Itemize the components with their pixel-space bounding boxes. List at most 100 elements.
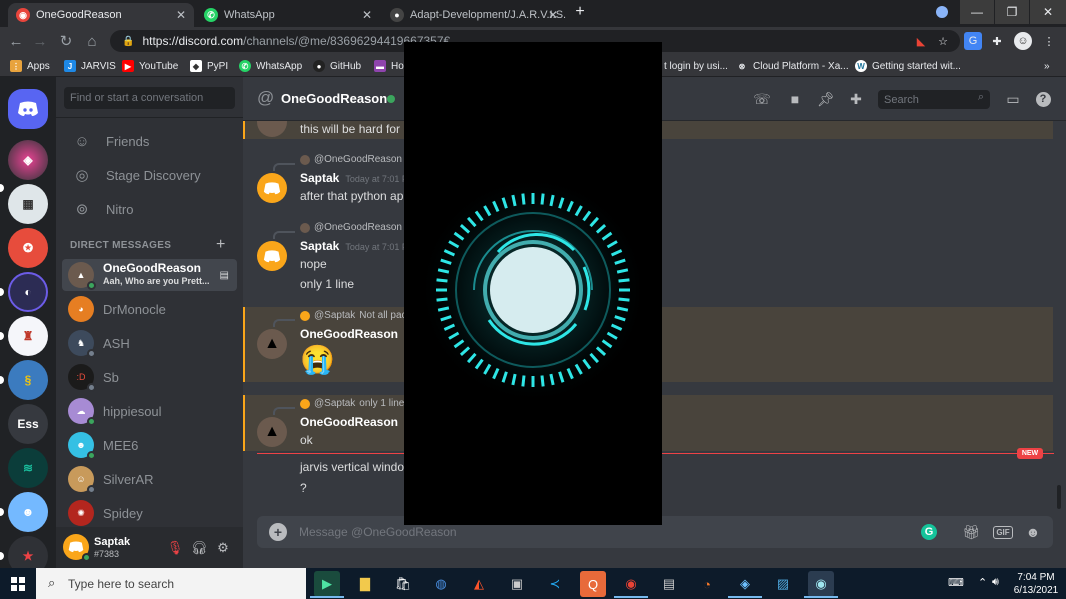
profile-sync-icon[interactable] — [928, 0, 956, 24]
upload-plus-button[interactable]: + — [269, 523, 287, 541]
tab-whatsapp[interactable]: ✆ WhatsApp ✕ — [196, 3, 380, 27]
grammarly-icon[interactable]: G — [919, 522, 939, 542]
inbox-icon[interactable]: ▭ — [1003, 89, 1023, 109]
message-author[interactable]: OneGoodReasonTo — [300, 415, 414, 429]
tab-onegoodreason[interactable]: ◉ OneGoodReason ✕ — [8, 3, 194, 27]
photos-icon[interactable]: ▨ — [770, 571, 796, 597]
sidebar-item-friends[interactable]: ☺ Friends — [66, 126, 236, 156]
reply-reference[interactable]: @Saptak Not all pac — [300, 310, 407, 321]
windows-start-icon[interactable] — [0, 568, 36, 599]
bookmark-cloud-platform[interactable]: ⊗ Cloud Platform - Xa... — [736, 58, 849, 74]
bookmark-getting-started[interactable]: W Getting started wit... — [855, 58, 961, 74]
vscode-icon[interactable]: ≺ — [542, 571, 568, 597]
bookmark-apps[interactable]: ⋮ Apps — [10, 58, 50, 74]
help-icon[interactable]: ? — [1033, 89, 1053, 109]
bookmark-jarvis[interactable]: J JARVIS — [64, 58, 116, 74]
back-icon[interactable]: ← — [6, 31, 26, 51]
more-bookmarks-icon[interactable]: » — [1044, 58, 1050, 74]
python-app-icon[interactable]: ◍ — [428, 571, 454, 597]
avatar[interactable] — [257, 173, 287, 203]
server-icon-1[interactable]: ◈ — [8, 140, 48, 180]
file-explorer-icon[interactable]: ▇ — [352, 571, 378, 597]
close-icon[interactable]: ✕ — [176, 8, 186, 22]
python-idle-icon[interactable]: ◈ — [732, 571, 758, 597]
dm-item-sb[interactable]: :D Sb — [62, 361, 237, 393]
profile-avatar[interactable]: ☺ — [1014, 32, 1032, 50]
reload-icon[interactable]: ↻ — [56, 31, 76, 51]
star-icon[interactable]: ☆ — [934, 32, 952, 50]
gift-icon[interactable]: 🎁︎ — [961, 522, 981, 542]
taskbar-search-input[interactable]: ⌕ Type here to search — [36, 568, 306, 599]
search-input[interactable]: Search ⌕ — [878, 90, 990, 109]
bookmark-pypi[interactable]: ◆ PyPI — [190, 58, 228, 74]
home-icon[interactable]: ⌂ — [82, 31, 102, 51]
minimize-button[interactable]: — — [960, 0, 994, 24]
bookmark-youtube[interactable]: ▶ YouTube — [122, 58, 178, 74]
reply-reference[interactable]: @Saptak only 1 line — [300, 398, 404, 409]
bookmark-ho[interactable]: ▬ Ho — [374, 58, 404, 74]
terminal-icon[interactable]: ▣ — [504, 571, 530, 597]
translate-icon[interactable]: G — [964, 32, 982, 50]
blender-icon[interactable]: ◔ — [694, 571, 720, 597]
find-conversation-input[interactable]: Find or start a conversation — [64, 87, 235, 109]
chrome-icon[interactable]: ◉ — [618, 571, 644, 597]
add-friend-to-dm-icon[interactable]: ✚ — [846, 89, 866, 109]
avatar[interactable]: ▲ — [257, 417, 287, 447]
bookmark-login[interactable]: t login by usi... — [664, 58, 728, 74]
pinned-messages-icon[interactable]: 📌︎ — [816, 89, 836, 109]
show-hidden-icons[interactable]: ⌃ — [978, 576, 987, 589]
message-author[interactable]: Saptak Today at 7:01 PM — [300, 239, 415, 253]
close-icon[interactable]: ✕ — [548, 8, 558, 22]
keyboard-icon[interactable]: ⌨ — [948, 576, 964, 589]
dm-item-spidey[interactable]: ✺ Spidey — [62, 497, 237, 529]
server-icon-2[interactable]: ▦ — [8, 184, 48, 224]
gif-picker-icon[interactable]: GIF — [991, 522, 1015, 542]
sidebar-item-stage-discovery[interactable]: ◎ Stage Discovery — [66, 160, 236, 190]
message-author[interactable]: OneGoodReasonTo — [300, 327, 414, 341]
jarvis-taskbar-icon[interactable]: ◉ — [808, 571, 834, 597]
scrollbar-thumb[interactable] — [1057, 485, 1061, 509]
server-icon-5[interactable]: ♜ — [8, 316, 48, 356]
dm-item-drmonocle[interactable]: ◕ DrMonocle — [62, 293, 237, 325]
close-window-button[interactable]: ✕ — [1030, 0, 1066, 24]
message-author[interactable]: Saptak Today at 7:01 PM — [300, 171, 415, 185]
forward-icon[interactable]: → — [30, 31, 50, 51]
brave-browser-icon[interactable]: ◭ — [466, 571, 492, 597]
dm-item-mee6[interactable]: ☻ MEE6 — [62, 429, 237, 461]
menu-kebab-icon[interactable]: ⋮ — [1040, 32, 1058, 50]
avatar[interactable]: ▲ — [257, 329, 287, 359]
server-icon-3[interactable]: ✪ — [8, 228, 48, 268]
reply-reference[interactable]: @OneGoodReason — [300, 154, 402, 165]
qbittorrent-icon[interactable]: Q — [580, 571, 606, 597]
server-ess[interactable]: Ess — [8, 404, 48, 444]
bookmark-github[interactable]: ● GitHub — [313, 58, 361, 74]
media-player-icon[interactable]: ▶ — [314, 571, 340, 597]
avatar[interactable] — [257, 241, 287, 271]
system-clock[interactable]: 7:04 PM 6/13/2021 — [1008, 571, 1064, 597]
new-tab-button[interactable]: + — [568, 0, 592, 24]
camera-blocked-icon[interactable]: ◣ — [912, 32, 930, 50]
video-call-icon[interactable]: ■ — [785, 89, 805, 109]
dm-item-silverar[interactable]: ☺ SilverAR — [62, 463, 237, 495]
server-icon-4[interactable]: ◐ — [8, 272, 48, 312]
create-dm-button[interactable]: + — [216, 236, 225, 254]
server-icon-8[interactable]: ☻ — [8, 492, 48, 532]
message-input[interactable]: Message @OneGoodReason — [299, 525, 457, 539]
dm-item-onegoodreason[interactable]: ▲ OneGoodReason Aah, Who are you Prett...… — [62, 259, 237, 291]
dm-item-ash[interactable]: ♞ ASH — [62, 327, 237, 359]
discord-home-icon[interactable] — [8, 89, 48, 129]
voice-call-icon[interactable]: ☏ — [752, 89, 772, 109]
user-avatar[interactable] — [63, 534, 91, 562]
bookmark-whatsapp[interactable]: ✆ WhatsApp — [239, 58, 302, 74]
reply-reference[interactable]: @OneGoodReason — [300, 222, 402, 233]
python-server-icon[interactable]: § — [8, 360, 48, 400]
dm-item-hippiesoul[interactable]: ☁ hippiesoul — [62, 395, 237, 427]
tab-github-jarvis[interactable]: ● Adapt-Development/J.A.R.V.I.S.: J ✕ — [382, 3, 566, 27]
jarvis-vertical-window[interactable] — [404, 42, 662, 525]
settings-gear-icon[interactable]: ⚙ — [214, 539, 232, 557]
store-icon[interactable]: 🛍︎ — [390, 571, 416, 597]
app-window-icon[interactable]: ▤ — [656, 571, 682, 597]
server-icon-7[interactable]: ≋ — [8, 448, 48, 488]
sidebar-item-nitro[interactable]: ⊚ Nitro — [66, 194, 236, 224]
mute-mic-icon[interactable]: 🎙︎ — [166, 539, 184, 557]
